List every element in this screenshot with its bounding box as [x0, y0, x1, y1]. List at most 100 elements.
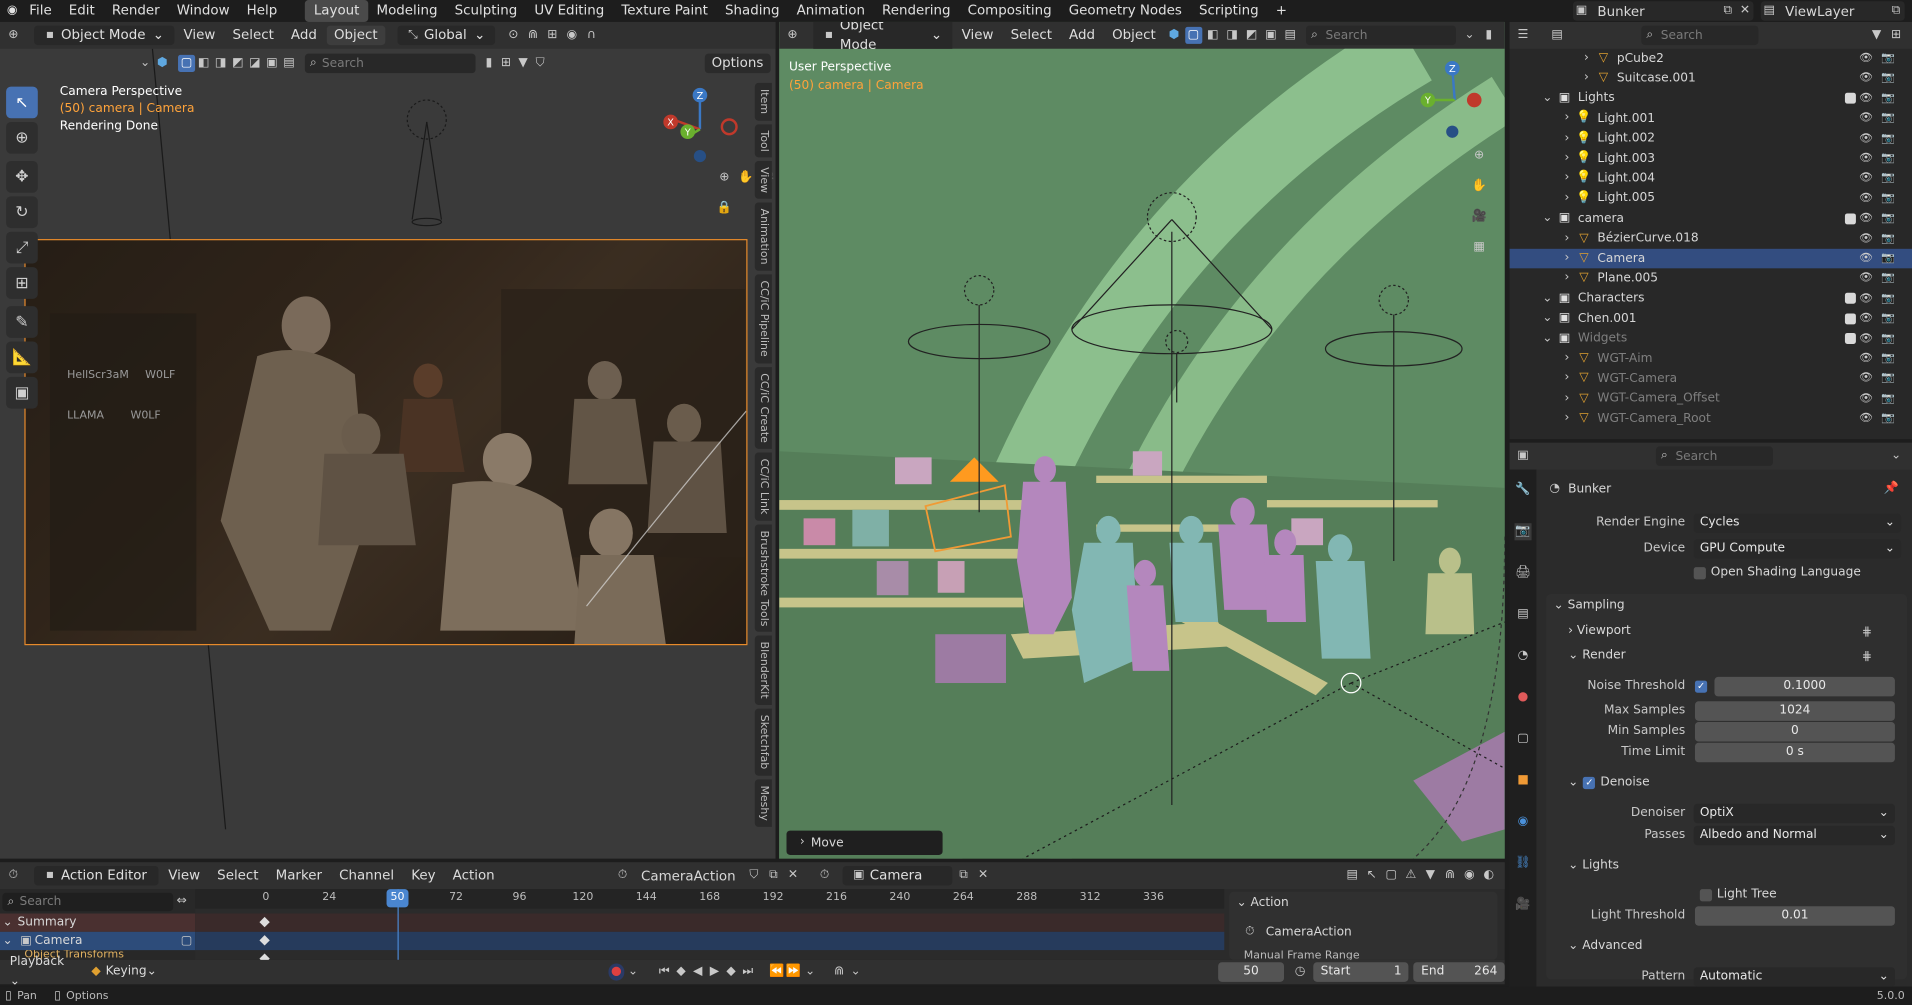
menu-edit[interactable]: Edit	[60, 0, 103, 22]
outliner-row[interactable]: › ▽ Suitcase.001 👁 📷	[1510, 69, 1912, 89]
eye-icon[interactable]: 👁	[1859, 112, 1873, 124]
transform-orientation-dropdown[interactable]: ⤡ Global ⌄	[397, 25, 496, 46]
min-samples-field[interactable]: 0	[1694, 722, 1895, 742]
tab-scripting[interactable]: Scripting	[1190, 0, 1267, 22]
tab-rendering[interactable]: Rendering	[874, 0, 960, 22]
chevron-right-icon[interactable]: ›	[1558, 250, 1575, 267]
light-tree-checkbox[interactable]: Light Tree	[1699, 888, 1777, 901]
exclude-checkbox[interactable]	[1844, 313, 1856, 325]
bookmark-icon[interactable]: ▮	[1480, 27, 1497, 44]
render-camera-icon[interactable]: 📷	[1881, 92, 1895, 104]
light-tree-checkbox-box[interactable]	[1699, 888, 1713, 901]
denoiser-dropdown[interactable]: OptiX ⌄	[1693, 803, 1895, 824]
viewport-subpanel[interactable]: › Viewport	[1568, 624, 1631, 637]
channel-summary[interactable]: ⌄ Summary	[0, 913, 196, 932]
render-camera-icon[interactable]: 📷	[1881, 312, 1895, 324]
render-camera-icon[interactable]: 📷	[1881, 112, 1895, 124]
chevron-down-icon[interactable]: ⌄	[1539, 210, 1556, 227]
chevron-right-icon[interactable]: ›	[1558, 270, 1575, 287]
menu-view[interactable]: View	[176, 26, 222, 46]
view-layer-tab-icon[interactable]: ▤	[1514, 606, 1531, 623]
tab-item[interactable]: Item	[754, 82, 772, 121]
chevron-right-icon[interactable]: ›	[1578, 50, 1595, 67]
outliner-row[interactable]: › ▽ WGT-Aim 👁 📷	[1510, 349, 1912, 369]
menu-window[interactable]: Window	[168, 0, 238, 22]
pin-icon[interactable]: 📌	[1883, 481, 1900, 498]
eye-icon[interactable]: 👁	[1859, 252, 1873, 264]
mode-dropdown[interactable]: ▪ Object Mode ⌄	[34, 25, 174, 46]
chevron-down-icon[interactable]: ⌄	[1539, 290, 1556, 307]
snap-icon[interactable]: ⋒	[831, 964, 848, 981]
chevron-right-icon[interactable]: ›	[1558, 130, 1575, 147]
unlink-slot-icon[interactable]: ✕	[975, 867, 992, 884]
lights-subpanel[interactable]: ⌄ Lights	[1568, 859, 1619, 872]
menu-view[interactable]: View	[161, 866, 207, 886]
outliner-row[interactable]: ⌄ ▣ Characters 👁 📷	[1510, 289, 1912, 309]
unlink-action-icon[interactable]: ✕	[784, 867, 801, 884]
chevron-right-icon[interactable]: ›	[1558, 190, 1575, 207]
next-keyframe-icon[interactable]: ◆	[723, 964, 740, 981]
menu-help[interactable]: Help	[238, 0, 286, 22]
blender-logo-icon[interactable]: ◉	[4, 2, 21, 19]
menu-action[interactable]: Action	[445, 866, 502, 886]
eye-icon[interactable]: 👁	[1859, 72, 1873, 84]
tab-geometry-nodes[interactable]: Geometry Nodes	[1060, 0, 1190, 22]
chevron-down-icon[interactable]: ⌄	[847, 964, 864, 981]
world-tab-icon[interactable]: ●	[1514, 689, 1531, 706]
chevron-down-icon[interactable]: ⌄	[1539, 90, 1556, 107]
render-camera-icon[interactable]: 📷	[1881, 392, 1895, 404]
render-camera-icon[interactable]: 📷	[1881, 52, 1895, 64]
render-camera-icon[interactable]: 📷	[1881, 72, 1895, 84]
output-tab-icon[interactable]: 🖨	[1514, 565, 1531, 582]
chevron-down-icon[interactable]: ⌄	[1539, 330, 1556, 347]
right-search-input[interactable]: ⌕ Search	[1306, 25, 1457, 46]
keying-menu[interactable]: ◆ Keying ⌄	[84, 962, 164, 982]
right-viewport[interactable]: ⊕ ▪ Object Mode ⌄ View Select Add Object ⬢…	[779, 21, 1505, 859]
left-viewport[interactable]: ⊕ ▪ Object Mode ⌄ View Select Add Object ⤡…	[0, 21, 776, 859]
menu-render[interactable]: Render	[103, 0, 168, 22]
eye-icon[interactable]: 👁	[1859, 272, 1873, 284]
render-camera-icon[interactable]: 📷	[1881, 272, 1895, 284]
eye-icon[interactable]: 👁	[1859, 152, 1873, 164]
fake-user-icon[interactable]: ⛉	[745, 867, 762, 884]
tab-uv-editing[interactable]: UV Editing	[526, 0, 613, 22]
tab-meshy[interactable]: Meshy	[754, 779, 772, 827]
tab-view[interactable]: View	[754, 160, 772, 200]
exclude-checkbox[interactable]	[1844, 293, 1856, 305]
render-camera-icon[interactable]: 📷	[1881, 152, 1895, 164]
outliner-row[interactable]: › 💡 Light.001 👁 📷	[1510, 109, 1912, 129]
menu-file[interactable]: File	[21, 0, 61, 22]
eye-icon[interactable]: 👁	[1859, 52, 1873, 64]
move-tool-icon[interactable]: ✥	[6, 160, 38, 193]
object-selector[interactable]: ▣ Camera	[842, 865, 953, 886]
constraints-tab-icon[interactable]: ⛓	[1514, 855, 1531, 872]
action-panel-header[interactable]: ⌄ Action	[1236, 896, 1288, 909]
scene-selector[interactable]: ▣ Bunker ⧉ ✕	[1573, 1, 1754, 21]
sampling-header[interactable]: ⌄ Sampling	[1554, 599, 1625, 612]
chevron-down-icon[interactable]: ⌄	[625, 964, 642, 981]
menu-select[interactable]: Select	[210, 866, 266, 886]
menu-select[interactable]: Select	[225, 26, 281, 46]
tool-tab-icon[interactable]: 🔧	[1514, 482, 1531, 499]
only-selected-icon[interactable]: ↖	[1363, 867, 1380, 884]
outliner-row[interactable]: › 💡 Light.003 👁 📷	[1510, 149, 1912, 169]
eye-icon[interactable]: 👁	[1859, 372, 1873, 384]
action-panel-action[interactable]: ⏱ CameraAction	[1241, 923, 1352, 940]
overlays-icon[interactable]: ◐	[1480, 867, 1497, 884]
tab-sculpting[interactable]: Sculpting	[446, 0, 526, 22]
action-browse-icon[interactable]: ⏱	[614, 867, 631, 884]
play-reverse-icon[interactable]: ◀	[689, 964, 706, 981]
tab-cc-create[interactable]: CC/iC Create	[754, 366, 772, 449]
physics-tab-icon[interactable]: ◉	[1514, 814, 1531, 831]
select-extend-icon[interactable]: ◧	[1204, 27, 1221, 44]
cursor-tool-icon[interactable]: ⊕	[6, 121, 38, 154]
left-navigation-gizmo[interactable]: Z X Y	[658, 85, 743, 170]
outliner-row[interactable]: › ▽ Plane.005 👁 📷	[1510, 269, 1912, 289]
chevron-right-icon[interactable]: ›	[1578, 70, 1595, 87]
view-layer-selector[interactable]: ▤ ViewLayer ⧉	[1760, 1, 1905, 21]
camera-view-icon[interactable]: 🎥	[1471, 209, 1488, 226]
new-slot-icon[interactable]: ⧉	[955, 867, 972, 884]
scale-tool-icon[interactable]: ⤢	[6, 231, 38, 264]
device-dropdown[interactable]: GPU Compute ⌄	[1693, 539, 1902, 559]
eye-icon[interactable]: 👁	[1859, 352, 1873, 364]
